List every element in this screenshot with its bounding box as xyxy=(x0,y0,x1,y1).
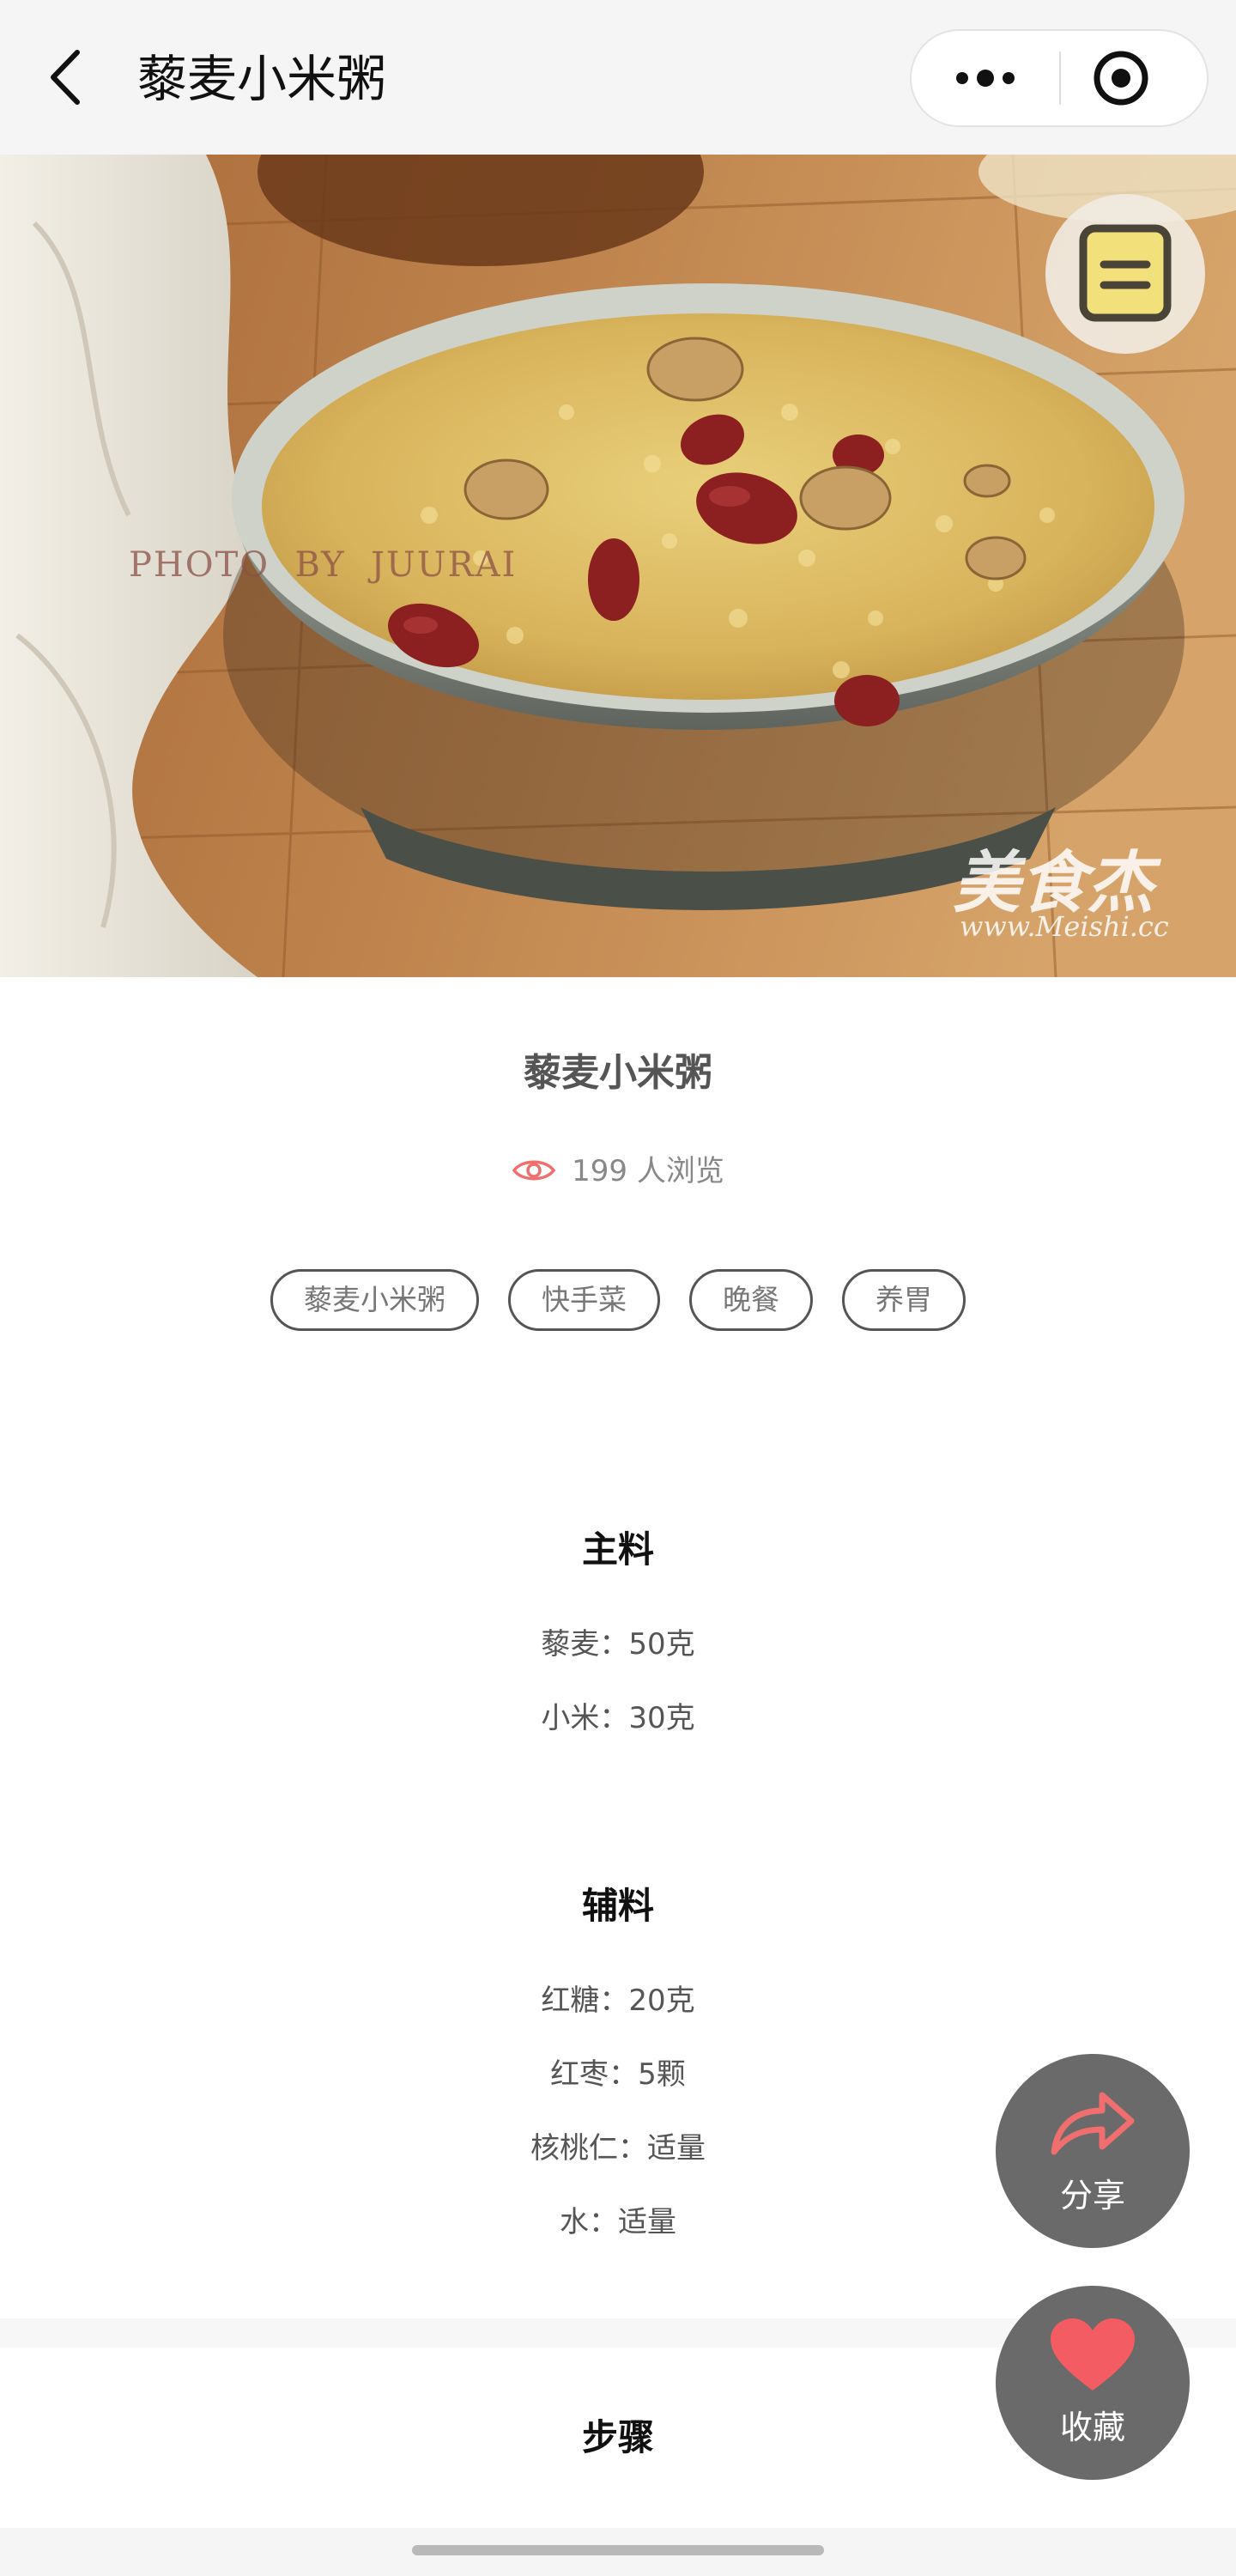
recipe-title: 藜麦小米粥 xyxy=(524,1051,712,1095)
more-dots-icon xyxy=(1003,72,1015,84)
more-button[interactable] xyxy=(912,31,1059,125)
tag-chip[interactable]: 晚餐 xyxy=(689,1269,813,1331)
favorite-button[interactable]: 收藏 xyxy=(996,2286,1190,2480)
back-button[interactable] xyxy=(43,47,94,107)
top-nav-bar: 藜麦小米粥 xyxy=(0,0,1236,155)
view-count-text: 199 人浏览 xyxy=(572,1154,724,1188)
aux-ingredients-heading: 辅料 xyxy=(581,1885,654,1927)
page-title: 藜麦小米粥 xyxy=(137,50,387,108)
tag-list: 藜麦小米粥 快手菜 晚餐 养胃 xyxy=(0,1269,1236,1331)
tag-chip[interactable]: 藜麦小米粥 xyxy=(270,1269,479,1331)
notes-icon xyxy=(1079,224,1172,322)
tag-chip[interactable]: 养胃 xyxy=(842,1269,966,1331)
chevron-left-icon xyxy=(51,50,80,105)
main-ingredients-list: 藜麦：50克 小米：30克 xyxy=(0,1607,1236,1755)
notes-button[interactable] xyxy=(1045,194,1205,354)
main-ingredients-heading: 主料 xyxy=(581,1528,654,1571)
photo-credit-watermark: PHOTO BY JUURAI xyxy=(129,545,518,585)
home-indicator[interactable] xyxy=(412,2545,824,2555)
ingredient-item: 红糖：20克 xyxy=(541,1984,695,2018)
target-circle-icon xyxy=(1094,51,1148,106)
eye-icon xyxy=(512,1160,556,1180)
share-arrow-icon xyxy=(1051,2092,1135,2155)
tag-chip[interactable]: 快手菜 xyxy=(508,1269,660,1331)
more-dots-icon xyxy=(956,72,968,84)
view-count: 199 人浏览 xyxy=(0,1145,1236,1197)
share-label: 分享 xyxy=(1059,2177,1125,2215)
share-button[interactable]: 分享 xyxy=(996,2054,1190,2248)
close-mini-program-button[interactable] xyxy=(1061,31,1209,125)
heart-icon xyxy=(1051,2318,1135,2391)
favorite-label: 收藏 xyxy=(1059,2409,1125,2446)
more-dots-icon xyxy=(977,70,994,87)
ingredient-item: 小米：30克 xyxy=(541,1701,695,1735)
url-watermark: www.Meishi.cc xyxy=(960,910,1169,943)
ingredient-item: 藜麦：50克 xyxy=(541,1627,695,1662)
mini-program-capsule xyxy=(910,29,1209,127)
